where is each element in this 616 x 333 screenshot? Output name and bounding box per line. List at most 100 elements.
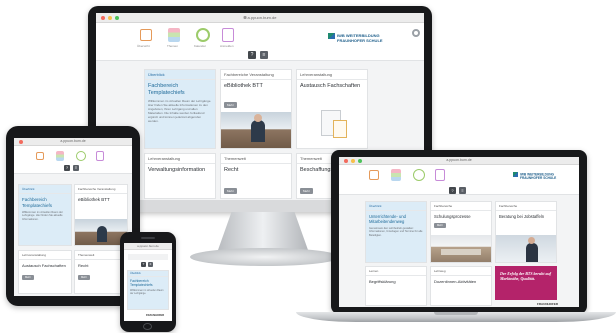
close-dot-icon[interactable]	[344, 158, 348, 163]
brand-logo[interactable]: IWB WEITERBILDUNG FRAUNHOFER SCHULE	[513, 172, 556, 181]
help-button[interactable]: ?	[248, 51, 256, 59]
tablet-app-header: ? ≡	[14, 146, 132, 174]
nav-topics-icon[interactable]	[391, 169, 401, 181]
url-bar[interactable]: a.ppuon.bum.de	[137, 244, 159, 248]
tablet-screen: a.ppuon.bum.de ? ≡ Überblick Fachbereich…	[14, 138, 132, 296]
tile-exchange[interactable]: Lehrveranstaltung Austausch Fachschaften…	[18, 250, 72, 294]
brand-logo[interactable]: IWB WEITERBILDUNG FRAUNHOFER SCHULE	[328, 33, 383, 44]
menu-button[interactable]: ≡	[148, 262, 153, 267]
tile-more-button[interactable]: Mehr	[224, 188, 237, 194]
business-people-photo	[496, 235, 556, 262]
tile-title: Fachbereich Templatechiefs	[130, 279, 153, 287]
phone-nav-row	[128, 254, 168, 260]
desktop-browser-bar: a.ppuon.bum.de	[96, 13, 424, 23]
tile-title: Austausch Fachschaften	[22, 263, 66, 268]
phone-footer-logo: FRAUNHOFER	[146, 314, 165, 317]
tile-category: Lehrveranstaltung	[19, 251, 71, 260]
promo-tile[interactable]: Der Erfolg der BTS beruht auf Marktnähe,…	[495, 266, 557, 300]
logo-mark-icon	[513, 172, 518, 177]
lock-icon	[243, 16, 247, 20]
tile-more-button[interactable]: Mehr	[22, 275, 34, 280]
tile-overview[interactable]: Überblick Fachbereich Templatechiefs Wil…	[144, 69, 216, 149]
phone-home-button[interactable]	[143, 323, 152, 330]
tile-category: Lernen	[366, 267, 426, 276]
laptop-footer-logo: FRAUNHOFER	[537, 302, 558, 306]
close-dot-icon[interactable]	[19, 139, 23, 144]
url-bar[interactable]: a.ppuon.bum.de	[446, 158, 471, 162]
url-bar[interactable]: a.ppuon.bum.de	[60, 139, 85, 143]
help-button[interactable]: ?	[141, 262, 146, 267]
url-text: a.ppuon.bum.de	[60, 139, 86, 143]
tile-title: Recht	[224, 167, 239, 173]
tile-consulting[interactable]: Fachbereiche Beratung bei Jobstaffeln	[495, 201, 557, 263]
tile-body: Willkommen im virtuellen Raum der Lehrgä…	[148, 99, 212, 123]
tile-title: Beratung bei Jobstaffeln	[499, 214, 545, 219]
tile-category: Überblick	[19, 185, 71, 194]
tile-overview[interactable]: Überblick Fachbereich Templatechiefs Wil…	[18, 184, 72, 246]
tile-category: Lehrveranstaltung	[145, 154, 215, 164]
laptop-hinge-notch	[434, 312, 478, 315]
nav-login-icon[interactable]	[96, 151, 104, 161]
tile-title: Fachbereich Templatechiefs	[22, 197, 53, 208]
person-head	[528, 237, 535, 244]
maximize-dot-icon[interactable]	[115, 15, 119, 20]
menu-button[interactable]: ≡	[260, 51, 268, 59]
close-dot-icon[interactable]	[101, 15, 105, 20]
tile-category: Fachbereiche	[496, 202, 556, 211]
tile-category: Fachbereiche Veranstaltung	[221, 70, 291, 80]
nav-overview-icon[interactable]	[140, 29, 152, 41]
minimize-dot-icon[interactable]	[351, 158, 355, 163]
tile-more-button[interactable]: Mehr	[224, 102, 237, 108]
person-head	[254, 114, 262, 122]
tile-more-button[interactable]: Mehr	[300, 188, 313, 194]
help-button[interactable]: ?	[449, 187, 456, 194]
nav-login-icon[interactable]	[435, 169, 445, 181]
tile-title: Unterrichtende- und Mitarbeitendenweg	[369, 214, 407, 224]
phone-speaker	[141, 237, 155, 239]
person-figure	[97, 226, 107, 242]
tile-category: Lehrveranstaltung	[297, 70, 367, 80]
phone-screen: a.ppuon.bum.de ? ≡ Überblick Fachbereich…	[124, 243, 172, 321]
nav-calendar-icon[interactable]	[196, 28, 210, 42]
url-text: a.ppuon.bum.de	[247, 15, 277, 20]
nav-overview-icon[interactable]	[36, 152, 44, 160]
tile-more-button[interactable]: Mehr	[434, 223, 446, 228]
nav-calendar-icon[interactable]	[76, 151, 86, 161]
nav-topics-icon[interactable]	[56, 151, 64, 161]
nav-overview-icon[interactable]	[369, 170, 379, 180]
nav-topics-icon[interactable]	[168, 28, 180, 42]
tile-glossary[interactable]: Lernen Begriffsklärung	[365, 266, 427, 306]
tile-lecturer-activities[interactable]: Lehrweg Dozentinnen-Aktivitäten	[430, 266, 492, 306]
menu-button[interactable]: ≡	[73, 165, 79, 171]
tile-category: Fachbereiche Veranstaltung	[75, 185, 127, 194]
nav-calendar-icon[interactable]	[413, 169, 425, 181]
menu-button[interactable]: ≡	[459, 187, 466, 194]
tile-body: Willkommen im virtuellen Raum der Lehrgä…	[130, 289, 164, 295]
tile-admin-info[interactable]: Lehrveranstaltung Verwaltungsinformation	[144, 153, 216, 199]
url-bar[interactable]: a.ppuon.bum.de	[243, 15, 277, 20]
tile-category: Lehrweg	[431, 267, 491, 276]
tile-ebibliothek[interactable]: Fachbereiche Veranstaltung eBibliothek B…	[220, 69, 292, 149]
tile-training[interactable]: Fachbereiche Schulungsprozesse Mehr	[430, 201, 492, 263]
nav-calendar-label: Kalender	[194, 44, 207, 48]
tile-title: Fachbereich Templatechiefs	[148, 83, 185, 96]
help-button[interactable]: ?	[64, 165, 70, 171]
tile-body: Gemeinsam den Lehrbetrieb gestalten: Inf…	[369, 227, 423, 237]
nav-login-icon[interactable]	[222, 28, 234, 42]
tile-more-button[interactable]: Mehr	[78, 275, 90, 280]
app-header: Übersicht Themen Kalender Anmelden IWB W…	[96, 23, 424, 61]
nav-login-label: Anmelden	[220, 44, 234, 48]
tile-law[interactable]: Themenwelt Recht Mehr	[220, 153, 292, 199]
tile-overview[interactable]: Überblick Fachbereich Templatechiefs Wil…	[127, 270, 169, 310]
minimize-dot-icon[interactable]	[108, 15, 112, 20]
tile-overview[interactable]: Überblick Unterrichtende- und Mitarbeite…	[365, 201, 427, 263]
tablet-browser-bar: a.ppuon.bum.de	[14, 138, 132, 146]
laptop-browser-bar: a.ppuon.bum.de	[339, 157, 579, 165]
tile-exchange[interactable]: Lehrveranstaltung Austausch Fachschaften	[296, 69, 368, 149]
table-shape	[441, 249, 481, 255]
settings-gear-icon[interactable]	[412, 29, 420, 37]
documents-illustration-accent	[333, 120, 347, 138]
maximize-dot-icon[interactable]	[358, 158, 362, 163]
person-figure	[251, 120, 265, 142]
person-figure	[526, 243, 538, 262]
